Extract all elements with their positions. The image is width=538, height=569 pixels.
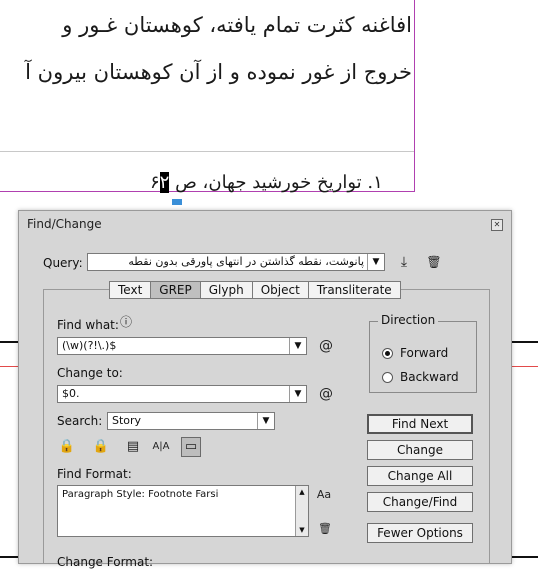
search-type-tabs: Text GREP Glyph Object Transliterate (109, 281, 401, 299)
backward-radio[interactable] (382, 372, 393, 383)
include-hidden-layers-icon[interactable]: ▤ (123, 437, 143, 457)
margin-guide (0, 151, 414, 152)
body-text-line-2: خروج از غور نموده و از آن کوهستان بیرون … (25, 60, 412, 84)
include-locked-layers-icon[interactable]: 🔒 (57, 437, 77, 457)
fewer-options-button[interactable]: Fewer Options (367, 523, 473, 543)
save-query-icon[interactable]: ⤓ (395, 254, 413, 270)
chevron-down-icon: ▼ (367, 254, 384, 270)
delete-query-icon[interactable]: 🗑 (425, 254, 443, 270)
text-frame-edge (414, 0, 415, 192)
footnote-text-body: ۱. تواریخ خورشید جهان، ص ۶ (150, 172, 383, 193)
change-format-label: Change Format: (57, 555, 154, 569)
forward-label[interactable]: Forward (400, 346, 448, 360)
include-footnotes-icon[interactable]: ▭ (181, 437, 201, 457)
find-change-dialog: Find/Change ✕ Query: پانوشت، نقطه گذاشتن… (18, 210, 512, 569)
find-format-label: Find Format: (57, 467, 132, 481)
scroll-down-icon[interactable]: ▼ (296, 524, 308, 536)
change-all-button[interactable]: Change All (367, 466, 473, 486)
backward-label[interactable]: Backward (400, 370, 459, 384)
search-scope-value: Story (112, 414, 142, 427)
tab-transliterate[interactable]: Transliterate (307, 281, 401, 299)
clear-find-format-icon[interactable]: 🗑 (317, 521, 333, 537)
tab-grep[interactable]: GREP (150, 281, 200, 299)
special-characters-find-icon[interactable]: @ (317, 338, 335, 354)
change-to-value: $0. (62, 387, 80, 400)
find-format-box[interactable]: Paragraph Style: Footnote Farsi ▲ ▼ (57, 485, 309, 537)
chevron-down-icon[interactable]: ▼ (289, 338, 306, 354)
chevron-down-icon[interactable]: ▼ (289, 386, 306, 402)
dialog-titlebar[interactable]: Find/Change ✕ (19, 211, 511, 235)
scroll-up-icon[interactable]: ▲ (296, 486, 308, 498)
tab-text[interactable]: Text (109, 281, 151, 299)
find-what-label: Find what: (57, 318, 119, 332)
selected-text: ۲ (159, 172, 170, 193)
change-find-button[interactable]: Change/Find (367, 492, 473, 512)
find-format-scrollbar[interactable]: ▲ ▼ (295, 486, 308, 536)
tab-glyph[interactable]: Glyph (199, 281, 252, 299)
search-label: Search: (57, 414, 103, 428)
include-master-pages-icon[interactable]: A|A (151, 437, 171, 457)
chevron-down-icon: ▼ (257, 413, 274, 429)
special-characters-change-icon[interactable]: @ (317, 386, 335, 402)
find-what-input[interactable]: (\w)(?!\.)$ ▼ (57, 337, 307, 355)
text-cursor-marker (172, 199, 182, 205)
query-value: پانوشت، نقطه گذاشتن در انتهای پاورقی بدو… (128, 255, 364, 268)
dialog-title: Find/Change (27, 217, 102, 231)
search-scope-select[interactable]: Story ▼ (107, 412, 275, 430)
direction-legend: Direction (378, 313, 439, 327)
find-next-button[interactable]: Find Next (367, 414, 473, 434)
body-text-line-1: افاغنه کثرت تمام یافته، کوهستان غـور و (62, 13, 412, 37)
specify-find-format-icon[interactable]: Aa (315, 487, 333, 503)
direction-group: Direction Forward Backward (369, 313, 477, 393)
footnote-text[interactable]: ۱. تواریخ خورشید جهان، ص ۶۲ (150, 172, 383, 193)
include-locked-stories-icon[interactable]: 🔒 (91, 437, 111, 457)
query-label: Query: (43, 256, 83, 270)
close-icon[interactable]: ✕ (491, 219, 503, 231)
find-format-value: Paragraph Style: Footnote Farsi (62, 489, 219, 500)
tab-object[interactable]: Object (251, 281, 308, 299)
change-button[interactable]: Change (367, 440, 473, 460)
info-icon[interactable]: ⓘ (119, 314, 133, 330)
change-to-input[interactable]: $0. ▼ (57, 385, 307, 403)
query-select[interactable]: پانوشت، نقطه گذاشتن در انتهای پاورقی بدو… (87, 253, 385, 271)
find-what-value: (\w)(?!\.)$ (62, 339, 117, 352)
forward-radio[interactable] (382, 348, 393, 359)
change-to-label: Change to: (57, 366, 123, 380)
